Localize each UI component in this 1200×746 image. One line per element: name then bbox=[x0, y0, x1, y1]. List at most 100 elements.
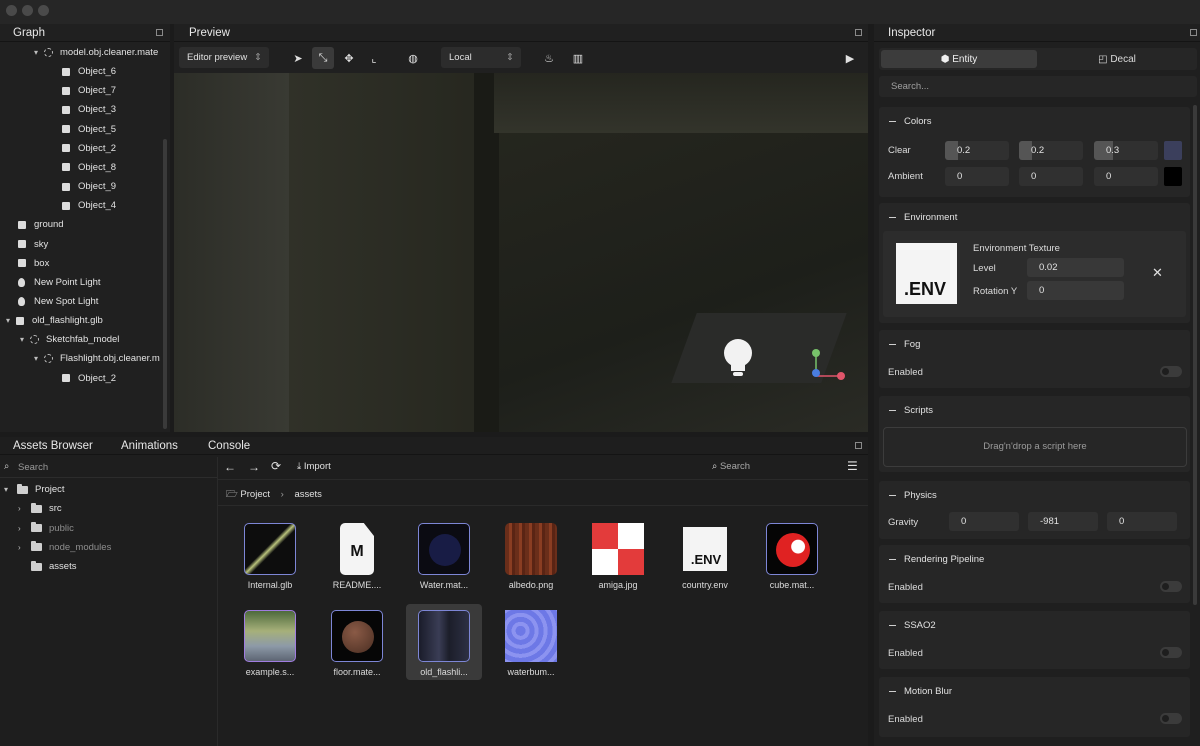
expand-icon[interactable] bbox=[855, 442, 862, 449]
play-icon[interactable]: ▶ bbox=[839, 47, 861, 69]
graph-tree-item[interactable]: ▾ Sketchfab_model bbox=[20, 330, 119, 349]
inspector-search-input[interactable]: Search... bbox=[879, 76, 1197, 97]
rendering-enabled-toggle[interactable] bbox=[1160, 581, 1182, 592]
maximize-window-button[interactable] bbox=[38, 5, 49, 16]
environment-title[interactable]: Environment bbox=[889, 212, 957, 223]
refresh-icon[interactable]: ⟳ bbox=[271, 459, 281, 473]
expand-icon[interactable] bbox=[1190, 29, 1197, 36]
teapot-icon[interactable]: ♨ bbox=[538, 47, 560, 69]
close-icon[interactable]: ✕ bbox=[1152, 265, 1163, 281]
tab-console[interactable]: Console bbox=[208, 440, 250, 452]
back-arrow-icon[interactable]: ← bbox=[224, 460, 236, 474]
tab-assets-browser[interactable]: Assets Browser bbox=[13, 440, 93, 452]
folder-tree-item[interactable]: assets bbox=[18, 557, 76, 576]
asset-item[interactable]: M README.... bbox=[319, 517, 395, 593]
fog-title[interactable]: Fog bbox=[889, 339, 920, 350]
clear-r-field[interactable]: 0.2 bbox=[945, 141, 1009, 160]
rendering-title[interactable]: Rendering Pipeline bbox=[889, 554, 984, 565]
folder-tree-item[interactable]: ▾ Project bbox=[4, 480, 65, 499]
ambient-r-field[interactable]: 0 bbox=[945, 167, 1009, 186]
graph-tree-item[interactable]: ▾ model.obj.cleaner.mate bbox=[34, 43, 158, 62]
chevron-icon[interactable]: › bbox=[18, 543, 28, 552]
asset-item[interactable]: amiga.jpg bbox=[580, 517, 656, 593]
ambient-b-field[interactable]: 0 bbox=[1094, 167, 1158, 186]
folder-tree-item[interactable]: › node_modules bbox=[18, 538, 111, 557]
globe-icon[interactable]: ◍ bbox=[402, 47, 424, 69]
graph-tree-item[interactable]: box bbox=[18, 254, 49, 273]
graph-tree-item[interactable]: Object_4 bbox=[62, 196, 116, 215]
asset-item[interactable]: example.s... bbox=[232, 604, 308, 680]
clear-b-field[interactable]: 0.3 bbox=[1094, 141, 1158, 160]
graph-tree-item[interactable]: Object_8 bbox=[62, 158, 116, 177]
asset-item[interactable]: waterbum... bbox=[493, 604, 569, 680]
move-tool-icon[interactable]: ⤡ bbox=[312, 47, 334, 69]
inspector-scrollbar[interactable] bbox=[1193, 105, 1197, 605]
chevron-icon[interactable]: › bbox=[18, 524, 28, 533]
graph-tree-item[interactable]: New Spot Light bbox=[18, 292, 98, 311]
forward-arrow-icon[interactable]: → bbox=[248, 460, 260, 474]
asset-item[interactable]: albedo.png bbox=[493, 517, 569, 593]
expand-icon[interactable] bbox=[855, 29, 862, 36]
breadcrumb-assets[interactable]: assets bbox=[294, 489, 321, 500]
viewport[interactable] bbox=[174, 73, 868, 432]
light-bulb-icon[interactable] bbox=[714, 335, 762, 383]
chevron-down-icon[interactable]: ▾ bbox=[6, 316, 16, 325]
graph-tree-item[interactable]: Object_7 bbox=[62, 81, 116, 100]
asset-item-selected[interactable]: old_flashli... bbox=[406, 604, 482, 680]
graph-tree-item[interactable]: Object_5 bbox=[62, 120, 116, 139]
folder-tree-item[interactable]: › src bbox=[18, 499, 62, 518]
gravity-y-field[interactable]: -981 bbox=[1028, 512, 1098, 531]
ambient-g-field[interactable]: 0 bbox=[1019, 167, 1083, 186]
gravity-x-field[interactable]: 0 bbox=[949, 512, 1019, 531]
tab-animations[interactable]: Animations bbox=[121, 440, 178, 452]
graph-tree-item[interactable]: New Point Light bbox=[18, 273, 101, 292]
graph-tree-item[interactable]: ▾ old_flashlight.glb bbox=[6, 311, 103, 330]
graph-tree-item[interactable]: ▾ Flashlight.obj.cleaner.m bbox=[34, 349, 160, 368]
tab-decal[interactable]: ◰ Decal bbox=[1039, 50, 1195, 68]
preview-mode-select[interactable]: Editor preview ⇕ bbox=[179, 47, 269, 68]
gravity-z-field[interactable]: 0 bbox=[1107, 512, 1177, 531]
expand-icon[interactable] bbox=[156, 29, 163, 36]
graph-tree-item[interactable]: Object_2 bbox=[62, 369, 116, 388]
space-select[interactable]: Local ⇕ bbox=[441, 47, 521, 68]
script-drop-zone[interactable]: Drag'n'drop a script here bbox=[883, 427, 1187, 467]
clear-color-swatch[interactable] bbox=[1164, 141, 1182, 160]
environment-thumbnail[interactable]: .ENV bbox=[896, 243, 957, 304]
axis-gizmo[interactable] bbox=[804, 348, 852, 388]
tab-entity[interactable]: ⬢ Entity bbox=[881, 50, 1037, 68]
level-input[interactable]: 0.02 bbox=[1027, 258, 1124, 277]
chevron-down-icon[interactable]: ▾ bbox=[34, 48, 44, 57]
rotation-y-input[interactable]: 0 bbox=[1027, 281, 1124, 300]
graph-tree-item[interactable]: Object_2 bbox=[62, 139, 116, 158]
motion-blur-enabled-toggle[interactable] bbox=[1160, 713, 1182, 724]
physics-title[interactable]: Physics bbox=[889, 490, 937, 501]
graph-tree-item[interactable]: Object_6 bbox=[62, 62, 116, 81]
ssao2-enabled-toggle[interactable] bbox=[1160, 647, 1182, 658]
asset-item[interactable]: cube.mat... bbox=[754, 517, 830, 593]
graph-tree-item[interactable]: Object_9 bbox=[62, 177, 116, 196]
chevron-down-icon[interactable]: ▾ bbox=[20, 335, 30, 344]
clear-g-field[interactable]: 0.2 bbox=[1019, 141, 1083, 160]
ssao2-title[interactable]: SSAO2 bbox=[889, 620, 936, 631]
graph-tree-item[interactable]: Object_3 bbox=[62, 100, 116, 119]
import-button[interactable]: ⤓ Import bbox=[297, 461, 331, 472]
chevron-icon[interactable]: › bbox=[18, 504, 28, 513]
colors-title[interactable]: Colors bbox=[889, 116, 931, 127]
asset-item[interactable]: floor.mate... bbox=[319, 604, 395, 680]
scripts-title[interactable]: Scripts bbox=[889, 405, 933, 416]
chevron-down-icon[interactable]: ▾ bbox=[34, 354, 44, 363]
files-search-input[interactable]: ⌕ Search bbox=[712, 461, 750, 472]
rotate-tool-icon[interactable]: ✥ bbox=[338, 47, 360, 69]
ambient-color-swatch[interactable] bbox=[1164, 167, 1182, 186]
asset-item[interactable]: Water.mat... bbox=[406, 517, 482, 593]
asset-item[interactable]: .ENV country.env bbox=[667, 517, 743, 593]
graph-tree-item[interactable]: sky bbox=[18, 235, 48, 254]
select-tool-icon[interactable]: ➤ bbox=[287, 47, 309, 69]
stats-icon[interactable]: ▥ bbox=[567, 47, 589, 69]
graph-scrollbar[interactable] bbox=[163, 139, 167, 429]
scale-tool-icon[interactable]: ⌞ bbox=[363, 47, 385, 69]
motion-blur-title[interactable]: Motion Blur bbox=[889, 686, 952, 697]
filter-settings-icon[interactable]: ☰ bbox=[847, 459, 858, 473]
minimize-window-button[interactable] bbox=[22, 5, 33, 16]
close-window-button[interactable] bbox=[6, 5, 17, 16]
